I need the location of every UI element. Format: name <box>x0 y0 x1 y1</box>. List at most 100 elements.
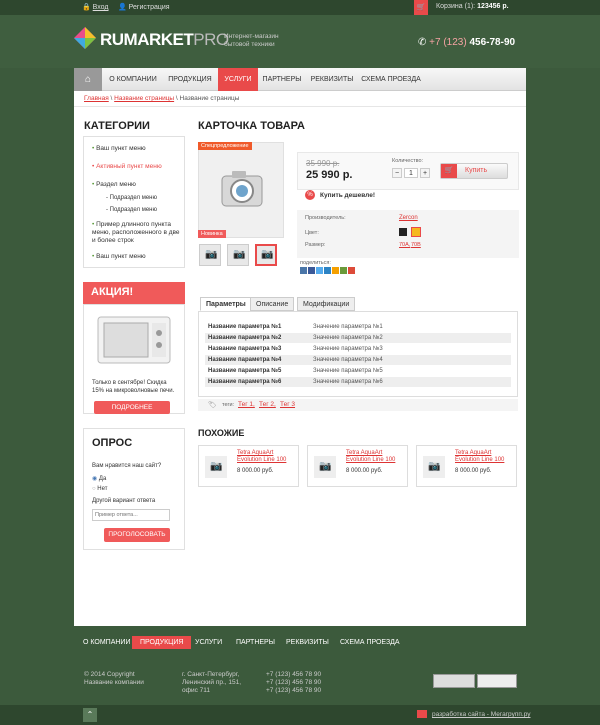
footer-nav-company[interactable]: О КОМПАНИИ <box>83 639 130 646</box>
register-text[interactable]: Регистрация <box>129 4 170 11</box>
twitter-icon[interactable] <box>316 267 323 274</box>
similar-title-link[interactable]: Tetra AquaArt Evolution Line 100 <box>346 450 407 464</box>
breadcrumb: Главная \ Название страницы \ Название с… <box>84 95 240 102</box>
product-thumbnail[interactable]: 📷 <box>199 244 221 266</box>
subcategory-item[interactable]: - Подраздел меню <box>106 195 157 201</box>
param-value: Значение параметра №2 <box>313 335 383 341</box>
promo-text: Только в сентябре! Скидка 15% на микрово… <box>92 380 175 394</box>
googleplus-icon[interactable] <box>348 267 355 274</box>
poll-question: Вам нравится наш сайт? <box>92 463 162 469</box>
share-label: поделиться: <box>300 260 331 266</box>
facebook-icon[interactable] <box>308 267 315 274</box>
footer-nav-products[interactable]: ПРОДУКЦИЯ <box>132 636 192 649</box>
category-label: Ваш пункт меню <box>96 253 146 260</box>
footer-nav: О КОМПАНИИ ПРОДУКЦИЯ УСЛУГИ ПАРТНЕРЫ РЕК… <box>0 635 600 653</box>
similar-title-link[interactable]: Tetra AquaArt Evolution Line 100 <box>237 450 298 464</box>
qty-label: Количество: <box>392 158 424 164</box>
qty-input[interactable]: 1 <box>404 168 418 178</box>
footer-nav-directions[interactable]: СХЕМА ПРОЕЗДА <box>340 639 400 646</box>
poll-option-no[interactable]: ○ Нет <box>92 486 108 492</box>
nav-item-services[interactable]: УСЛУГИ <box>218 68 258 91</box>
nav-item-requisites[interactable]: РЕКВИЗИТЫ <box>306 68 358 91</box>
product-thumbnail[interactable]: 📷 <box>227 244 249 266</box>
buy-button[interactable]: 🛒 Купить <box>440 163 508 179</box>
register-link[interactable]: 👤 Регистрация <box>118 3 170 11</box>
categories-title: КАТЕГОРИИ <box>84 120 150 132</box>
counter-badge[interactable] <box>477 674 517 688</box>
tab-parameters[interactable]: Параметры <box>200 297 252 311</box>
param-value: Значение параметра №5 <box>313 368 383 374</box>
product-image[interactable] <box>198 142 284 238</box>
cart-summary[interactable]: Корзина (1): 123456 р. <box>436 3 509 10</box>
footer-nav-services[interactable]: УСЛУГИ <box>195 639 222 646</box>
counter-badge[interactable] <box>433 674 475 688</box>
subcategory-item[interactable]: - Подраздел меню <box>106 207 157 213</box>
similar-card[interactable]: 📷 Tetra AquaArt Evolution Line 100 8 000.0… <box>307 445 408 487</box>
size-option[interactable]: 70B <box>411 242 421 248</box>
similar-card[interactable]: 📷 Tetra AquaArt Evolution Line 100 8 000.0… <box>416 445 517 487</box>
category-item-active[interactable]: • Активный пункт меню <box>92 163 162 170</box>
promo-more-button[interactable]: ПОДРОБНЕЕ <box>94 401 170 414</box>
color-swatch-yellow[interactable] <box>411 227 421 237</box>
option-label: Да <box>98 476 107 482</box>
nav-home-button[interactable]: ⌂ <box>74 68 102 91</box>
cheaper-link[interactable]: Купить дешевле! <box>320 192 375 199</box>
similar-title-link[interactable]: Tetra AquaArt Evolution Line 100 <box>455 450 516 464</box>
address-line: офис 711 <box>182 687 211 694</box>
main-nav: ⌂ О КОМПАНИИ ПРОДУКЦИЯ УСЛУГИ ПАРТНЕРЫ Р… <box>74 68 526 91</box>
qty-plus-button[interactable]: + <box>420 168 430 178</box>
tag-link[interactable]: Тег 1, <box>238 401 255 408</box>
qty-minus-button[interactable]: − <box>392 168 402 178</box>
nav-item-partners[interactable]: ПАРТНЕРЫ <box>260 68 304 91</box>
product-options: Производитель: Zercon Цвет: Размер: 70А,… <box>297 210 519 258</box>
nav-item-company[interactable]: О КОМПАНИИ <box>104 68 162 91</box>
similar-card[interactable]: 📷 Tetra AquaArt Evolution Line 100 8 000.0… <box>198 445 299 487</box>
category-item[interactable]: • Пример длинного пункта меню, расположе… <box>92 221 180 245</box>
footer-nav-partners[interactable]: ПАРТНЕРЫ <box>236 639 275 646</box>
mailru-icon[interactable] <box>324 267 331 274</box>
scroll-top-icon[interactable]: ⌃ <box>83 708 97 722</box>
radio-checked[interactable]: ◉ <box>92 476 97 482</box>
odnoklassniki-icon[interactable] <box>332 267 339 274</box>
price-box: 35 990 р. 25 990 р. Количество: − 1 + 🛒 … <box>297 152 519 190</box>
maker-link[interactable]: Zercon <box>399 215 418 221</box>
vk-icon[interactable] <box>300 267 307 274</box>
breadcrumb-home[interactable]: Главная <box>84 95 109 102</box>
category-item[interactable]: • Ваш пункт меню <box>92 253 146 260</box>
address-line: Ленинский пр., 151, <box>182 679 242 686</box>
table-row: Название параметра №3 Значение параметра … <box>205 344 511 354</box>
address-line: г. Санкт-Петербург, <box>182 671 240 678</box>
footer: © 2014 Copyright Название компании г. Сан… <box>0 665 600 705</box>
category-item[interactable]: • Ваш пункт меню <box>92 145 146 152</box>
login-text[interactable]: Вход <box>93 4 109 11</box>
logo-icon[interactable] <box>74 27 96 49</box>
tab-modifications[interactable]: Модификации <box>297 297 356 311</box>
radio-unchecked[interactable]: ○ <box>92 486 96 492</box>
product-thumbnail-active[interactable]: 📷 <box>255 244 277 266</box>
poll-option-yes[interactable]: ◉ Да <box>92 475 106 482</box>
footer-nav-requisites[interactable]: РЕКВИЗИТЫ <box>286 639 329 646</box>
tag-link[interactable]: Тег 2, <box>259 401 276 408</box>
table-row: Название параметра №6 Значение параметра … <box>205 377 511 387</box>
poll-answer-input[interactable] <box>92 509 170 521</box>
color-swatch-black[interactable] <box>399 228 407 236</box>
similar-price: 8 000.00 руб. <box>237 468 274 474</box>
vote-button[interactable]: ПРОГОЛОСОВАТЬ <box>104 528 170 542</box>
old-price: 35 990 р. <box>306 159 340 168</box>
nav-item-directions[interactable]: СХЕМА ПРОЕЗДА <box>360 68 422 91</box>
camera-icon: 📷 <box>205 456 227 478</box>
product-tabs: Параметры Описание Модификации <box>198 297 518 311</box>
cart-label: Корзина (1): <box>436 3 476 10</box>
breadcrumb-section[interactable]: Название страницы <box>114 95 174 102</box>
login-link[interactable]: 🔒 Вход <box>82 3 109 11</box>
livejournal-icon[interactable] <box>340 267 347 274</box>
category-item[interactable]: • Раздел меню <box>92 181 136 188</box>
cart-icon[interactable]: 🛒 <box>414 0 428 15</box>
size-option[interactable]: 70А, <box>399 242 410 248</box>
nav-item-products[interactable]: ПРОДУКЦИЯ <box>164 68 216 91</box>
tag-link[interactable]: Тег 3 <box>280 401 295 408</box>
tab-description[interactable]: Описание <box>250 297 295 311</box>
special-offer-badge: Спецпредложение <box>198 142 252 150</box>
developer-link[interactable]: разработка сайта - Мегагрупп.ру <box>432 711 530 718</box>
logo-text[interactable]: RUMARKETPRO <box>100 30 229 50</box>
